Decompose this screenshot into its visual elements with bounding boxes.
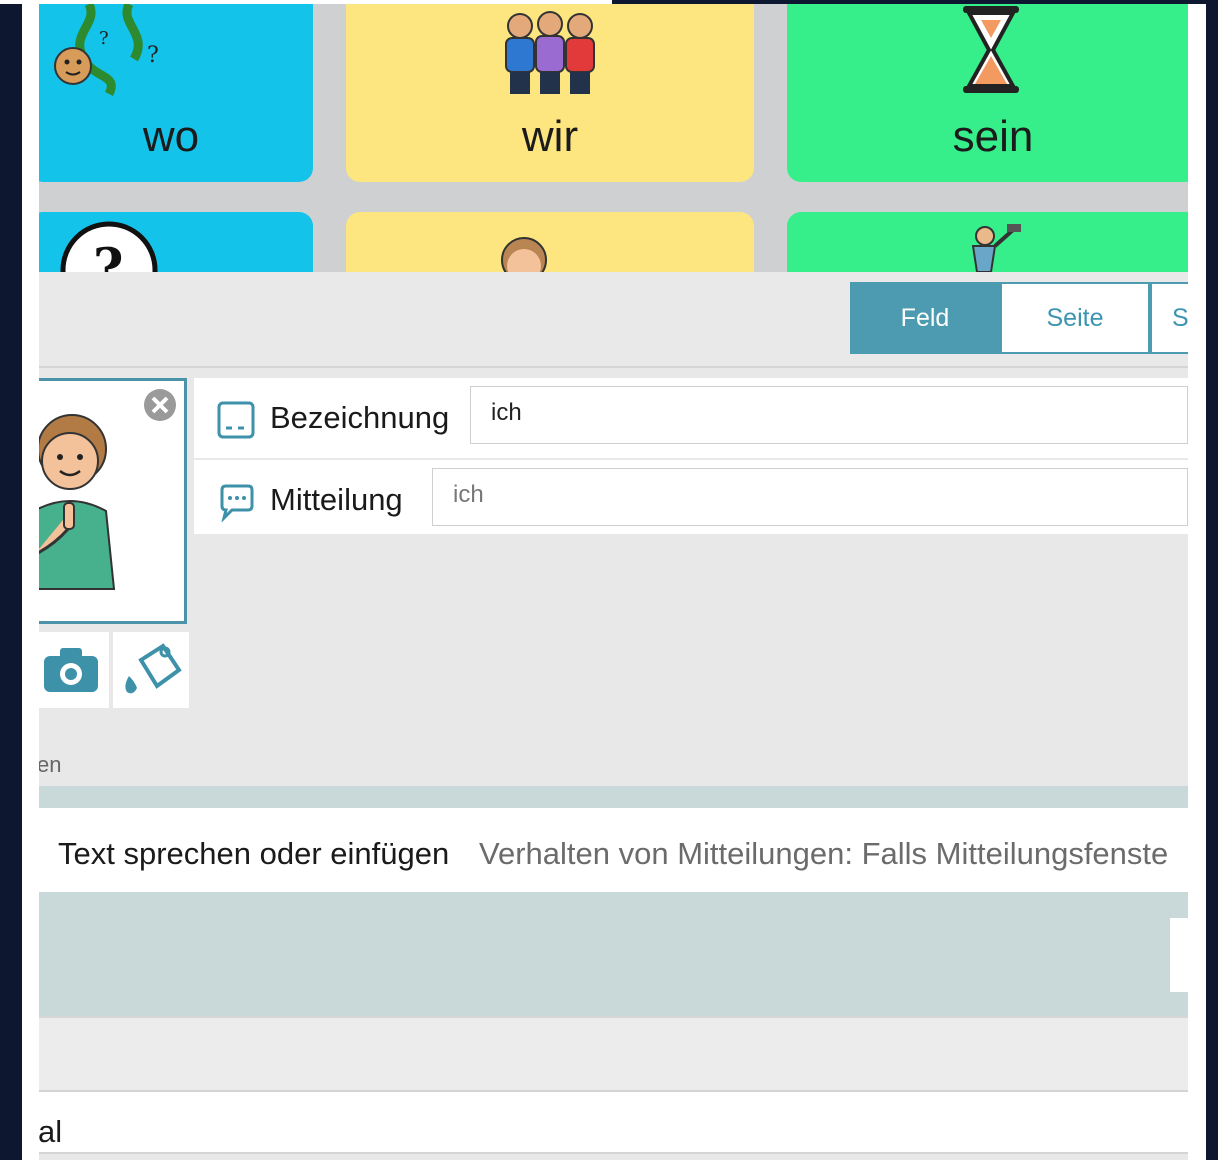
- cropped-hint-label: en: [39, 752, 62, 777]
- field-row-bezeichnung: Bezeichnung ich: [194, 378, 1188, 458]
- camera-button[interactable]: [39, 632, 109, 708]
- tab-feld[interactable]: Feld: [850, 282, 1000, 354]
- behavior-row[interactable]: Text sprechen oder einfügen Verhalten vo…: [39, 808, 1188, 892]
- panel-button-edge[interactable]: [1170, 918, 1188, 992]
- question-vines-icon: ? ?: [54, 4, 159, 97]
- remove-image-icon[interactable]: [142, 387, 178, 423]
- symbol-grid: ? ? wo wir sein ?: [39, 4, 1188, 272]
- color-fill-button[interactable]: [113, 632, 189, 708]
- tile-label: sein: [952, 112, 1034, 161]
- spacer-row: [39, 1018, 1188, 1092]
- section-separator: [39, 786, 1188, 808]
- worker-hammer-icon: [971, 224, 1021, 272]
- behavior-description: Verhalten von Mitteilungen: Falls Mittei…: [479, 836, 1169, 871]
- person-icon: [501, 237, 547, 272]
- editor-window: ? ? wo wir sein ? Feld Seite S en Bezeic…: [22, 4, 1206, 1160]
- tab-seite[interactable]: Seite: [1000, 282, 1150, 354]
- person-pointing-self-icon: [39, 414, 116, 590]
- field-label: Mitteilung: [270, 482, 403, 517]
- mitteilung-input[interactable]: ich: [432, 468, 1188, 526]
- svg-text:?: ?: [99, 28, 109, 49]
- behavior-title: Text sprechen oder einfügen: [58, 836, 450, 871]
- editor-content: ? ? wo wir sein ? Feld Seite S en Bezeic…: [39, 4, 1188, 1160]
- svg-text:?: ?: [147, 43, 159, 68]
- tile-wir[interactable]: wir: [346, 4, 754, 182]
- tab-bar: Feld Seite S: [39, 272, 1188, 368]
- bottom-row-label: al: [39, 1114, 63, 1149]
- tile-arbeiten[interactable]: [787, 212, 1188, 272]
- svg-text:?: ?: [93, 238, 123, 272]
- camera-icon: [44, 648, 98, 692]
- field-row-mitteilung: Mitteilung ich: [194, 460, 1188, 534]
- tab-third[interactable]: S: [1150, 282, 1188, 354]
- field-label: Bezeichnung: [270, 400, 450, 435]
- symbol-image-box[interactable]: [39, 378, 187, 624]
- bottom-row[interactable]: al: [39, 1092, 1188, 1154]
- speech-bubble-icon: [220, 484, 254, 522]
- tile-label: wo: [142, 112, 200, 161]
- clock-question-icon: ?: [60, 221, 158, 272]
- bezeichnung-input[interactable]: ich: [470, 386, 1188, 444]
- hourglass-icon: [963, 6, 1019, 93]
- behavior-panel: [39, 892, 1188, 1018]
- tile-sein[interactable]: sein: [787, 4, 1188, 182]
- paint-bucket-icon: [125, 643, 182, 694]
- tile-ich-preview[interactable]: [346, 212, 754, 272]
- label-box-icon: [217, 401, 255, 439]
- tile-label: wir: [521, 112, 579, 161]
- tile-wann[interactable]: ?: [39, 212, 313, 272]
- group-of-people-icon: [505, 11, 595, 94]
- field-editor: en Bezeichnung ich Mitteilung ich: [39, 368, 1188, 786]
- tile-wo[interactable]: ? ? wo: [39, 4, 313, 182]
